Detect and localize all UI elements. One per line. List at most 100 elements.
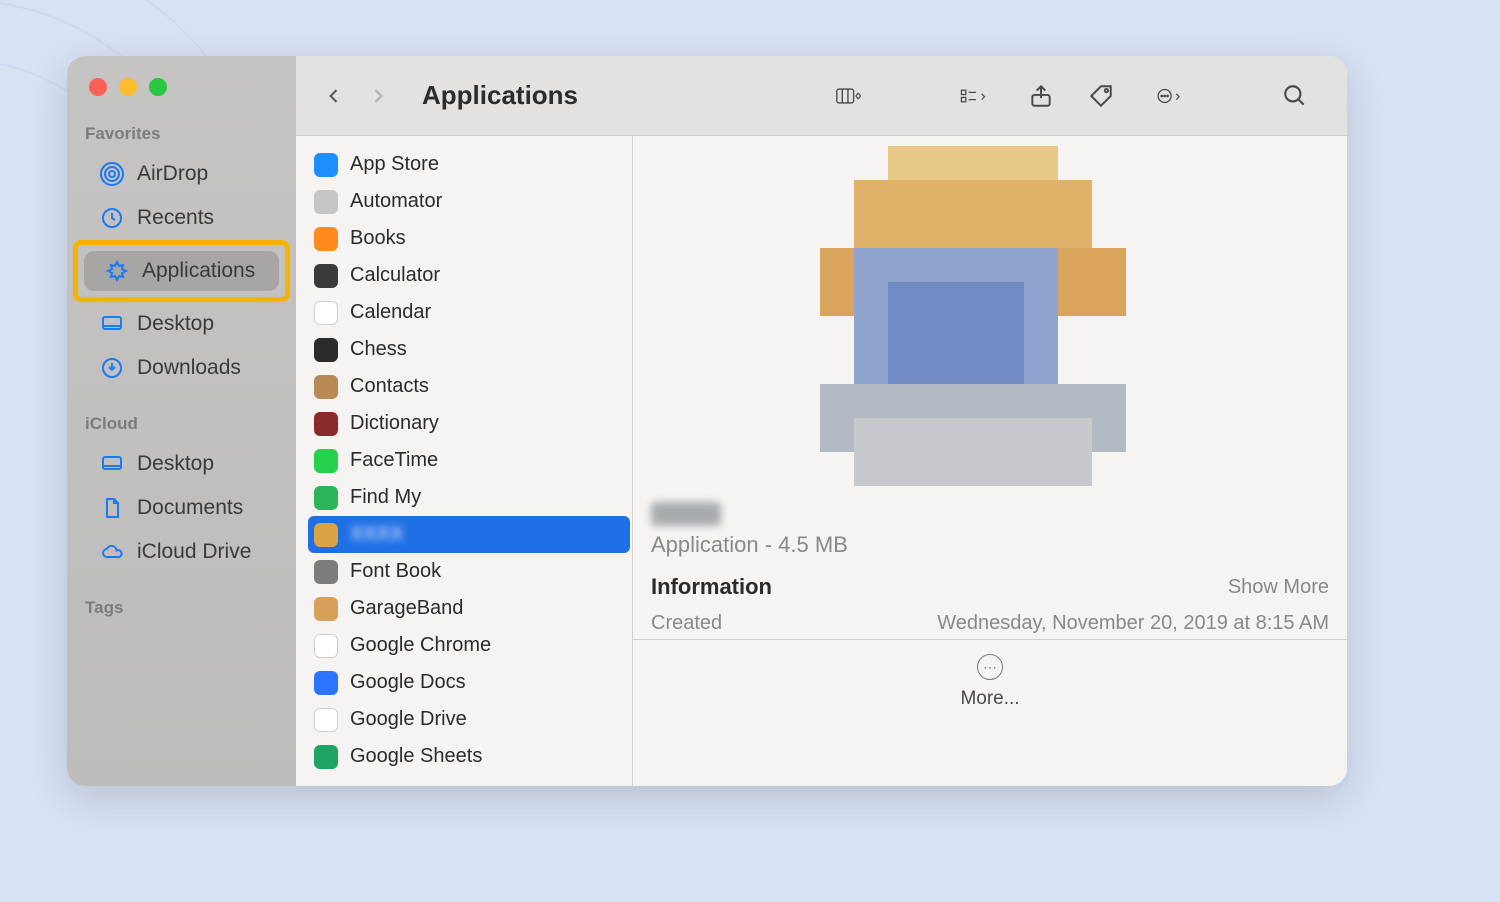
list-item[interactable]: Automator xyxy=(308,183,630,220)
desktop-icon xyxy=(99,451,125,477)
list-item[interactable]: Calculator xyxy=(308,257,630,294)
app-icon xyxy=(314,708,338,732)
list-item[interactable]: FaceTime xyxy=(308,442,630,479)
list-item-label: Google Chrome xyxy=(350,634,491,657)
sidebar-item-label: Desktop xyxy=(137,312,214,336)
tag-button[interactable] xyxy=(1077,76,1125,116)
sidebar-item-recents[interactable]: Recents xyxy=(79,198,284,238)
applications-icon xyxy=(104,258,130,284)
zoom-button[interactable] xyxy=(149,78,167,96)
sidebar-item-label: Documents xyxy=(137,496,243,520)
list-item[interactable]: Contacts xyxy=(308,368,630,405)
window-title: Applications xyxy=(422,80,578,111)
app-icon xyxy=(314,412,338,436)
share-button[interactable] xyxy=(1017,76,1065,116)
sidebar-section-favorites: Favorites xyxy=(67,118,296,152)
sidebar-item-documents[interactable]: Documents xyxy=(79,488,284,528)
list-item[interactable]: Google Sheets xyxy=(308,738,630,775)
app-icon xyxy=(314,671,338,695)
list-item-label: Find My xyxy=(350,486,421,509)
list-item[interactable]: XXXX xyxy=(308,516,630,553)
created-label: Created xyxy=(651,612,722,635)
list-item[interactable]: Calendar xyxy=(308,294,630,331)
list-item-label: Font Book xyxy=(350,560,441,583)
action-menu-button[interactable] xyxy=(1137,76,1201,116)
list-item[interactable]: Books xyxy=(308,220,630,257)
list-item-label: GarageBand xyxy=(350,597,463,620)
app-icon xyxy=(314,560,338,584)
sidebar-item-label: Downloads xyxy=(137,356,241,380)
app-list-column[interactable]: App Store Automator Books Calculator Calenda… xyxy=(296,136,633,786)
sidebar-item-label: iCloud Drive xyxy=(137,540,251,564)
list-item-label: Google Sheets xyxy=(350,745,482,768)
sidebar-item-icloud-desktop[interactable]: Desktop xyxy=(79,444,284,484)
list-item-label: Chess xyxy=(350,338,407,361)
app-icon xyxy=(314,375,338,399)
sidebar-item-applications[interactable]: Applications xyxy=(84,251,279,291)
list-item[interactable]: Find My xyxy=(308,479,630,516)
close-button[interactable] xyxy=(89,78,107,96)
list-item[interactable]: Dictionary xyxy=(308,405,630,442)
preview-app-name xyxy=(651,502,721,526)
list-item[interactable]: GarageBand xyxy=(308,590,630,627)
app-icon xyxy=(314,301,338,325)
sidebar-item-label: Recents xyxy=(137,206,214,230)
app-icon xyxy=(314,597,338,621)
sidebar-section-tags: Tags xyxy=(67,592,296,626)
app-icon xyxy=(314,190,338,214)
list-item[interactable]: Google Docs xyxy=(308,664,630,701)
information-header: Information xyxy=(651,574,772,600)
list-item[interactable]: Google Chrome xyxy=(308,627,630,664)
group-button[interactable] xyxy=(941,76,1005,116)
app-icon xyxy=(314,449,338,473)
sidebar-item-airdrop[interactable]: AirDrop xyxy=(79,154,284,194)
search-button[interactable] xyxy=(1271,76,1319,116)
preview-pane: Application - 4.5 MB Information Show Mo… xyxy=(633,136,1347,786)
forward-button[interactable] xyxy=(356,74,400,118)
preview-image xyxy=(633,136,1347,496)
more-icon: ⋯ xyxy=(977,654,1003,680)
list-item[interactable]: App Store xyxy=(308,146,630,183)
app-icon xyxy=(314,338,338,362)
back-button[interactable] xyxy=(312,74,356,118)
desktop-icon xyxy=(99,311,125,337)
window-controls xyxy=(67,70,296,118)
created-value: Wednesday, November 20, 2019 at 8:15 AM xyxy=(937,612,1329,635)
document-icon xyxy=(99,495,125,521)
list-item-label: Books xyxy=(350,227,406,250)
list-item[interactable]: Font Book xyxy=(308,553,630,590)
list-item-label: Google Docs xyxy=(350,671,466,694)
sidebar-item-label: AirDrop xyxy=(137,162,208,186)
list-item-label: Calendar xyxy=(350,301,431,324)
airdrop-icon xyxy=(99,161,125,187)
app-icon xyxy=(314,634,338,658)
app-icon xyxy=(314,227,338,251)
list-item-label: Calculator xyxy=(350,264,440,287)
sidebar-section-icloud: iCloud xyxy=(67,408,296,442)
list-item-label: App Store xyxy=(350,153,439,176)
download-icon xyxy=(99,355,125,381)
preview-subline: Application - 4.5 MB xyxy=(651,532,1329,558)
app-icon xyxy=(314,264,338,288)
list-item-label: Dictionary xyxy=(350,412,439,435)
sidebar: Favorites AirDrop Recents Applications xyxy=(67,56,296,786)
content-area: App Store Automator Books Calculator Calenda… xyxy=(296,136,1347,786)
minimize-button[interactable] xyxy=(119,78,137,96)
more-label: More... xyxy=(960,688,1019,710)
sidebar-item-desktop[interactable]: Desktop xyxy=(79,304,284,344)
list-item[interactable]: Chess xyxy=(308,331,630,368)
list-item-label: Automator xyxy=(350,190,442,213)
app-icon xyxy=(314,486,338,510)
main-panel: Applications xyxy=(296,56,1347,786)
view-columns-button[interactable] xyxy=(817,76,881,116)
list-item-label: FaceTime xyxy=(350,449,438,472)
clock-icon xyxy=(99,205,125,231)
show-more-button[interactable]: Show More xyxy=(1228,576,1329,599)
sidebar-item-label: Applications xyxy=(142,259,255,283)
list-item[interactable]: Google Drive xyxy=(308,701,630,738)
toolbar: Applications xyxy=(296,56,1347,136)
more-panel[interactable]: ⋯ More... xyxy=(633,639,1347,726)
cloud-icon xyxy=(99,539,125,565)
sidebar-item-downloads[interactable]: Downloads xyxy=(79,348,284,388)
sidebar-item-icloud-drive[interactable]: iCloud Drive xyxy=(79,532,284,572)
